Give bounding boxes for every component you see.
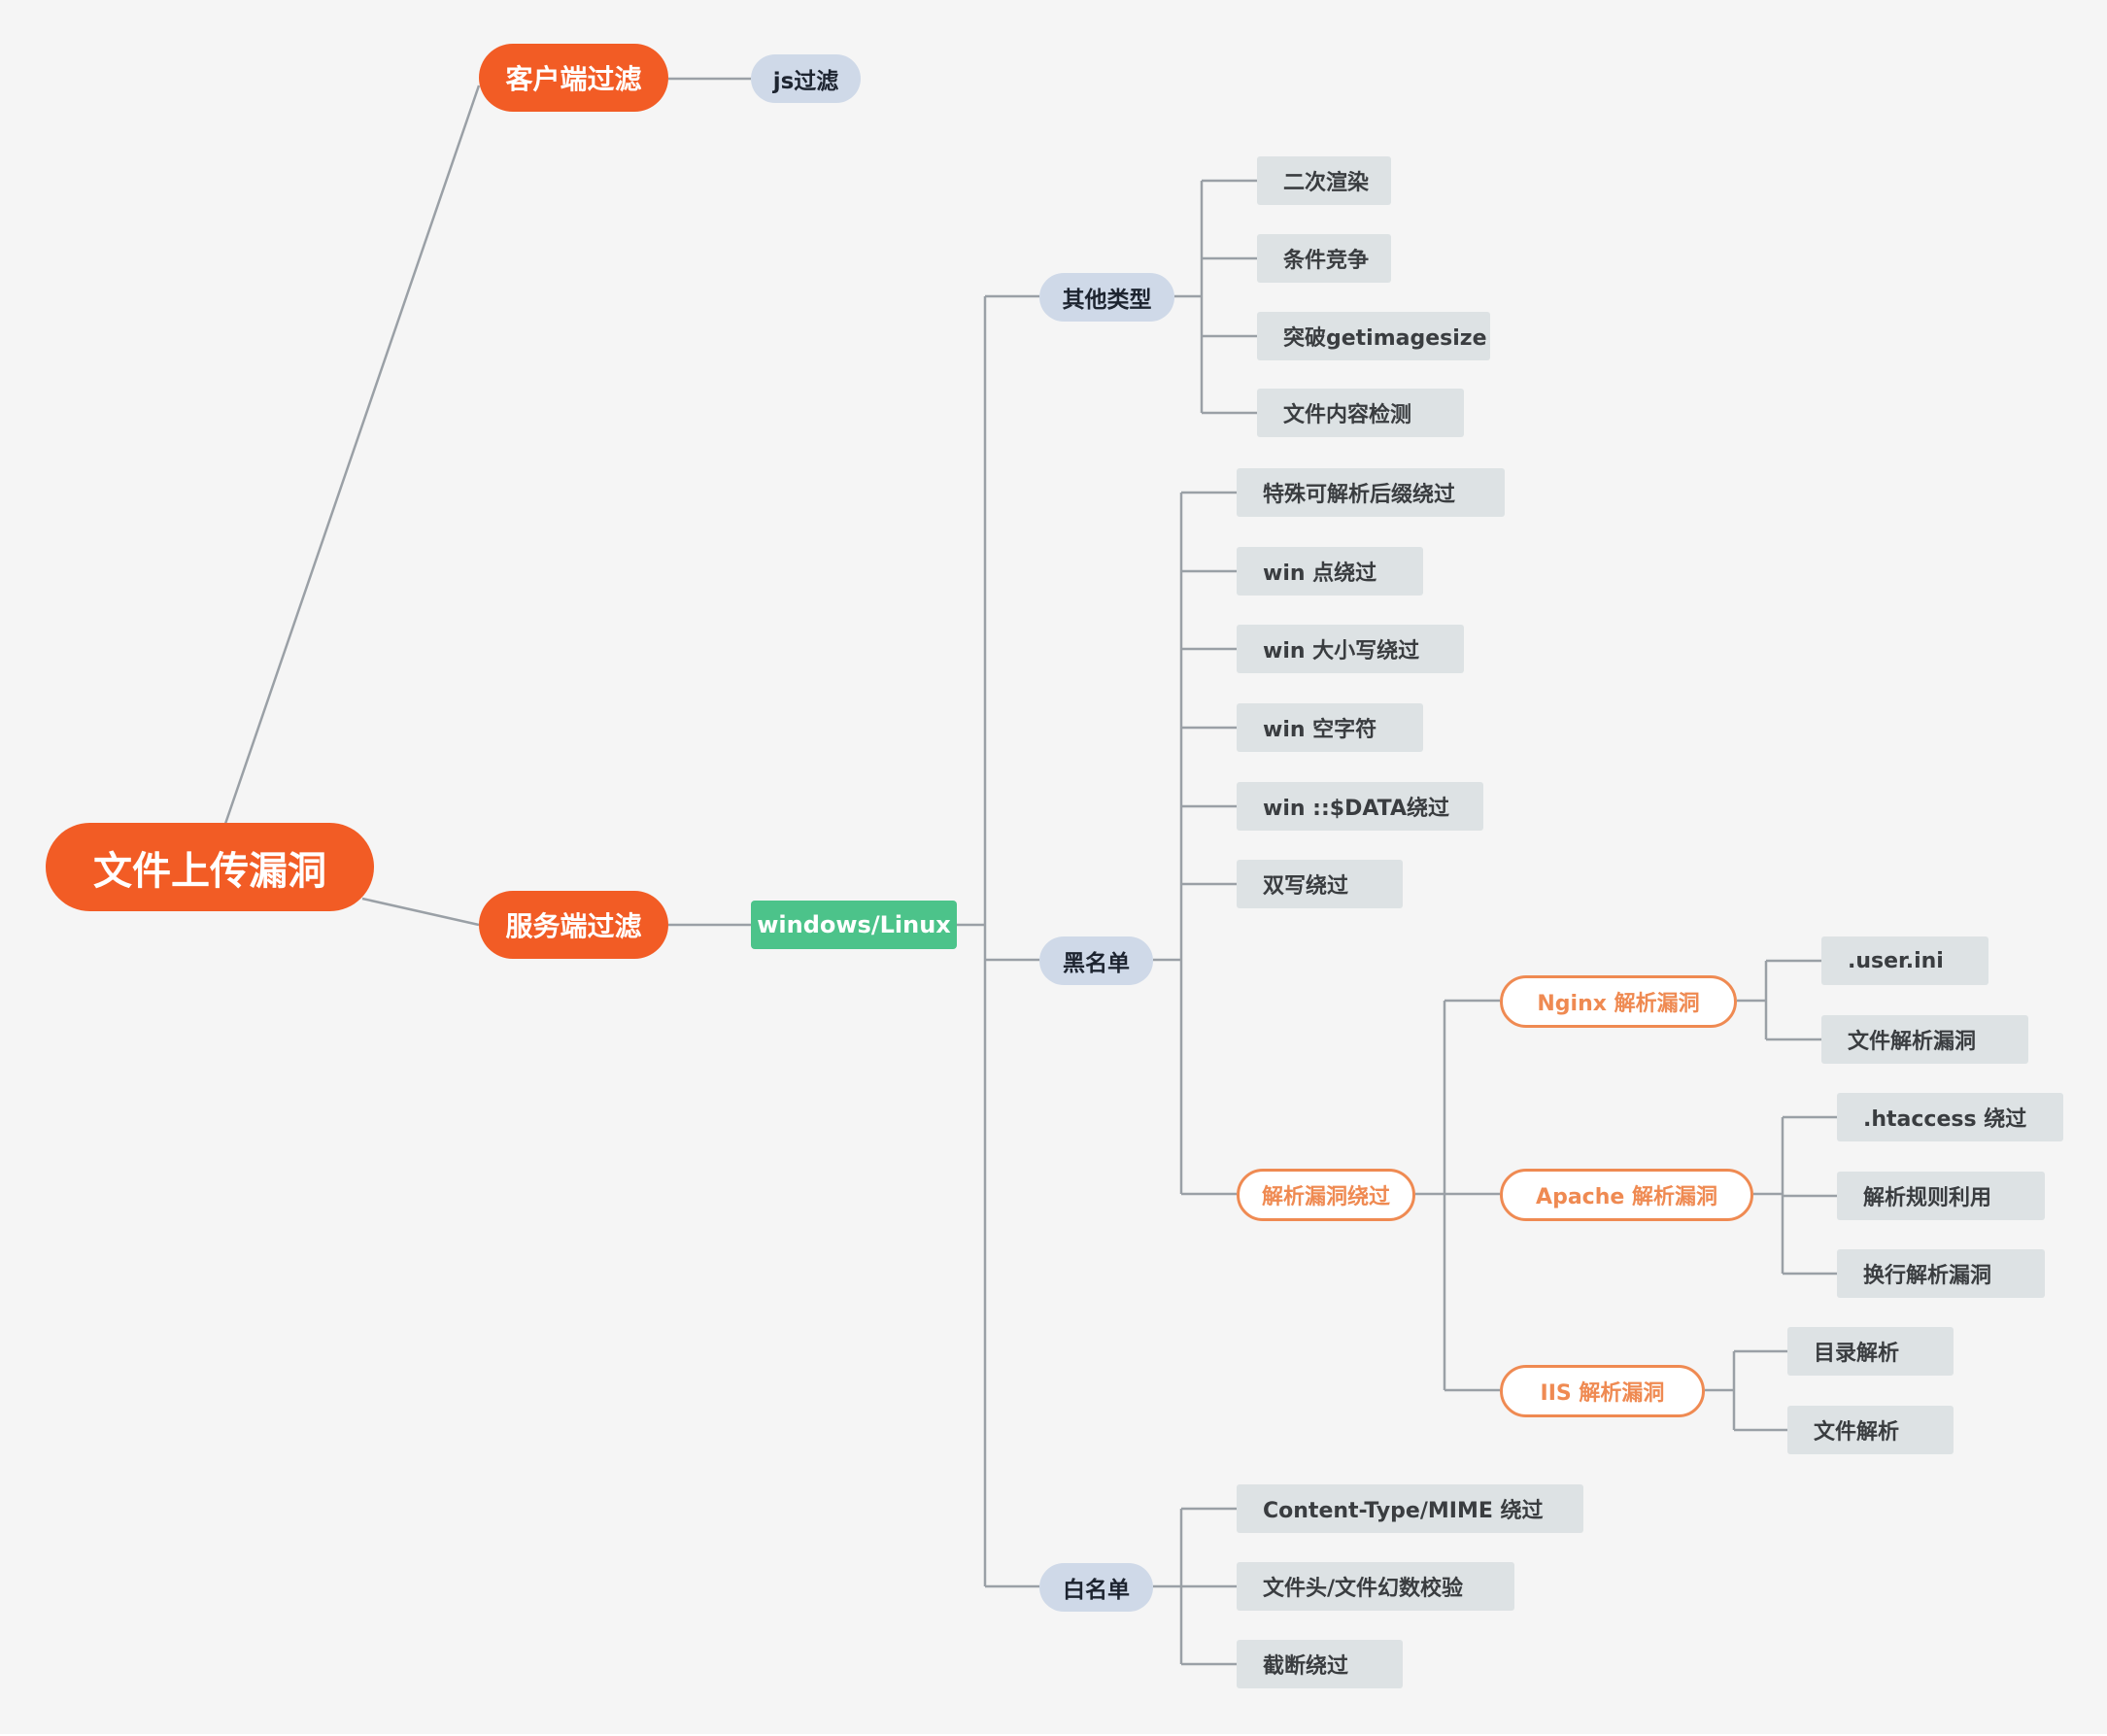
leaf-secondary-render[interactable]: 二次渲染 <box>1257 156 1391 205</box>
topic-client-filter[interactable]: 客户端过滤 <box>479 44 668 112</box>
edge-root-server <box>361 897 480 927</box>
leaf-getimagesize[interactable]: 突破getimagesize <box>1257 312 1490 360</box>
leaf-double-write[interactable]: 双写绕过 <box>1237 860 1403 908</box>
topic-blacklist[interactable]: 黑名单 <box>1039 936 1153 985</box>
topic-iis-parse[interactable]: IIS 解析漏洞 <box>1500 1365 1705 1417</box>
edge-whitelist-items <box>1153 1507 1237 1666</box>
leaf-win-null[interactable]: win 空字符 <box>1237 703 1423 752</box>
leaf-htaccess[interactable]: .htaccess 绕过 <box>1837 1093 2063 1141</box>
topic-windows-linux[interactable]: windows/Linux <box>751 901 957 949</box>
leaf-newline-parse[interactable]: 换行解析漏洞 <box>1837 1249 2045 1298</box>
mindmap-canvas: 文件上传漏洞 客户端过滤 服务端过滤 js过滤 windows/Linux 其他… <box>0 0 2107 1736</box>
leaf-parse-rules[interactable]: 解析规则利用 <box>1837 1172 2045 1220</box>
leaf-file-parse-vuln[interactable]: 文件解析漏洞 <box>1821 1015 2028 1064</box>
leaf-race-condition[interactable]: 条件竞争 <box>1257 234 1391 283</box>
edge-platform-groups <box>957 294 1039 1588</box>
leaf-truncation[interactable]: 截断绕过 <box>1237 1640 1403 1688</box>
topic-whitelist[interactable]: 白名单 <box>1039 1563 1153 1612</box>
leaf-win-dot[interactable]: win 点绕过 <box>1237 547 1423 596</box>
topic-other-types[interactable]: 其他类型 <box>1039 273 1174 322</box>
edge-other-items <box>1174 179 1257 415</box>
leaf-directory-parse[interactable]: 目录解析 <box>1787 1327 1954 1376</box>
edge-blacklist-items <box>1153 491 1237 1196</box>
edge-iis-items <box>1705 1349 1787 1432</box>
topic-js-filter[interactable]: js过滤 <box>751 54 861 103</box>
leaf-content-check[interactable]: 文件内容检测 <box>1257 389 1464 437</box>
root-topic[interactable]: 文件上传漏洞 <box>46 823 374 911</box>
topic-server-filter[interactable]: 服务端过滤 <box>479 891 668 959</box>
leaf-file-parse[interactable]: 文件解析 <box>1787 1406 1954 1454</box>
edge-apache-items <box>1753 1115 1837 1276</box>
edge-root-client <box>223 85 481 825</box>
topic-apache-parse[interactable]: Apache 解析漏洞 <box>1500 1169 1753 1221</box>
leaf-special-suffix[interactable]: 特殊可解析后缀绕过 <box>1237 468 1505 517</box>
leaf-user-ini[interactable]: .user.ini <box>1821 936 1988 985</box>
leaf-win-data[interactable]: win ::$DATA绕过 <box>1237 782 1483 831</box>
leaf-file-magic[interactable]: 文件头/文件幻数校验 <box>1237 1562 1514 1611</box>
leaf-win-case[interactable]: win 大小写绕过 <box>1237 625 1464 673</box>
edge-parse-engines <box>1415 999 1500 1392</box>
topic-nginx-parse[interactable]: Nginx 解析漏洞 <box>1500 975 1737 1028</box>
edge-nginx-items <box>1737 959 1821 1041</box>
topic-parse-bypass[interactable]: 解析漏洞绕过 <box>1237 1169 1415 1221</box>
leaf-content-type[interactable]: Content-Type/MIME 绕过 <box>1237 1484 1583 1533</box>
